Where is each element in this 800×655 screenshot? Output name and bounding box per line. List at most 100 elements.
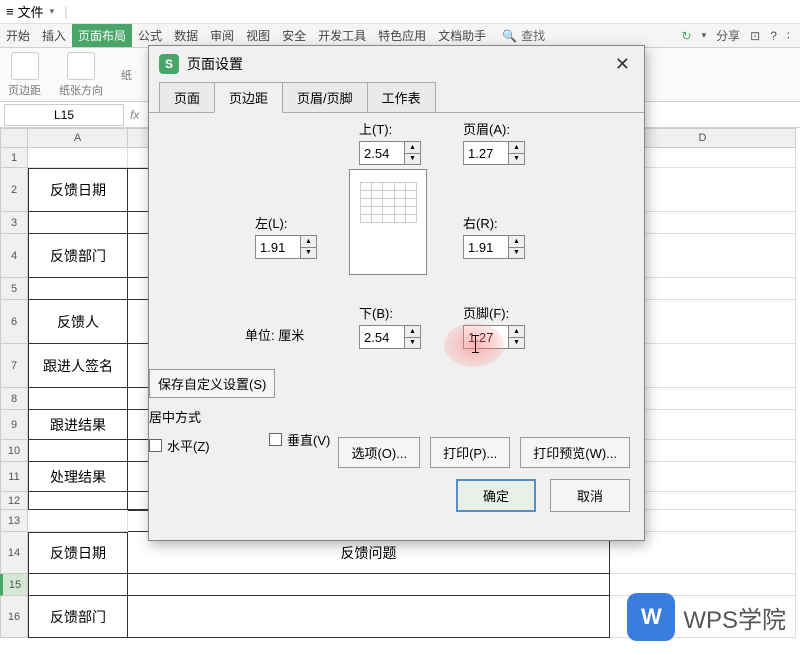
tab-10[interactable]: 文档助手 <box>432 24 492 47</box>
row-header[interactable]: 9 <box>0 410 28 440</box>
file-menu[interactable]: 文件 <box>18 2 44 21</box>
hamburger-icon[interactable]: ≡ <box>6 4 14 19</box>
cell-a[interactable]: 反馈日期 <box>28 532 128 574</box>
spin-up-icon[interactable]: ▲ <box>405 326 420 338</box>
sync-icon[interactable]: ↻ <box>682 29 692 43</box>
tab-7[interactable]: 安全 <box>276 24 312 47</box>
spin-up-icon[interactable]: ▲ <box>509 142 524 154</box>
dialog-tab-0[interactable]: 页面 <box>159 82 215 113</box>
row-header[interactable]: 10 <box>0 440 28 462</box>
header-spinner[interactable]: ▲▼ <box>463 141 525 165</box>
cell-bc[interactable] <box>128 574 610 596</box>
spin-down-icon[interactable]: ▼ <box>509 154 524 165</box>
caret-icon[interactable]: ∶ <box>787 29 790 43</box>
tab-0[interactable]: 开始 <box>0 24 36 47</box>
bottom-input[interactable] <box>360 326 404 348</box>
footer-spinner[interactable]: ▲▼ <box>463 325 525 349</box>
col-header-a[interactable]: A <box>28 128 128 148</box>
ok-button[interactable]: 确定 <box>456 479 536 512</box>
spin-down-icon[interactable]: ▼ <box>509 248 524 259</box>
fx-icon[interactable]: fx <box>130 108 139 122</box>
tab-4[interactable]: 数据 <box>168 24 204 47</box>
spin-down-icon[interactable]: ▼ <box>301 248 316 259</box>
row-header[interactable]: 1 <box>0 148 28 168</box>
header-input[interactable] <box>464 142 508 164</box>
search-area[interactable]: 🔍 查找 <box>502 27 545 44</box>
row-header[interactable]: 13 <box>0 510 28 532</box>
tab-9[interactable]: 特色应用 <box>372 24 432 47</box>
spin-down-icon[interactable]: ▼ <box>509 338 524 349</box>
paper-group[interactable]: 纸 <box>121 67 132 83</box>
spin-up-icon[interactable]: ▲ <box>509 326 524 338</box>
cell-a[interactable] <box>28 492 128 510</box>
tab-5[interactable]: 审阅 <box>204 24 240 47</box>
cell-a[interactable] <box>28 440 128 462</box>
cell-a[interactable]: 反馈日期 <box>28 168 128 212</box>
cancel-button[interactable]: 取消 <box>550 479 630 512</box>
horizontal-checkbox[interactable]: 水平(Z) <box>149 436 210 455</box>
help-icon[interactable]: ? <box>770 29 777 43</box>
row-header[interactable]: 3 <box>0 212 28 234</box>
print-preview-button[interactable]: 打印预览(W)... <box>520 437 630 468</box>
row-header[interactable]: 12 <box>0 492 28 510</box>
right-spinner[interactable]: ▲▼ <box>463 235 525 259</box>
dialog-tab-1[interactable]: 页边距 <box>214 82 283 113</box>
cell-bc[interactable] <box>128 596 610 638</box>
left-spinner[interactable]: ▲▼ <box>255 235 317 259</box>
sync-dropdown-icon[interactable]: ▾ <box>702 30 707 41</box>
cell-a[interactable] <box>28 388 128 410</box>
tab-3[interactable]: 公式 <box>132 24 168 47</box>
left-input[interactable] <box>256 236 300 258</box>
cell-a[interactable]: 处理结果 <box>28 462 128 492</box>
tab-6[interactable]: 视图 <box>240 24 276 47</box>
dialog-tab-3[interactable]: 工作表 <box>367 82 436 113</box>
top-input[interactable] <box>360 142 404 164</box>
select-all-corner[interactable] <box>0 128 28 148</box>
row-header[interactable]: 2 <box>0 168 28 212</box>
spin-up-icon[interactable]: ▲ <box>509 236 524 248</box>
tab-8[interactable]: 开发工具 <box>312 24 372 47</box>
name-box[interactable]: L15 <box>4 104 124 126</box>
cell-a[interactable] <box>28 148 128 168</box>
cell-a[interactable]: 跟进结果 <box>28 410 128 440</box>
spin-up-icon[interactable]: ▲ <box>301 236 316 248</box>
row-header[interactable]: 5 <box>0 278 28 300</box>
file-dropdown-icon[interactable]: ▾ <box>50 6 55 17</box>
row-header[interactable]: 8 <box>0 388 28 410</box>
row-header[interactable]: 6 <box>0 300 28 344</box>
cell-a[interactable] <box>28 278 128 300</box>
footer-input[interactable] <box>464 326 508 348</box>
cell-a[interactable] <box>28 212 128 234</box>
cell-a[interactable]: 跟进人签名 <box>28 344 128 388</box>
cell-a[interactable]: 反馈部门 <box>28 234 128 278</box>
save-custom-button[interactable]: 保存自定义设置(S) <box>149 369 275 398</box>
row-header[interactable]: 11 <box>0 462 28 492</box>
row-header[interactable]: 4 <box>0 234 28 278</box>
spin-down-icon[interactable]: ▼ <box>405 338 420 349</box>
user-icon[interactable]: ⊡ <box>750 29 760 43</box>
cell-a[interactable]: 反馈部门 <box>28 596 128 638</box>
close-button[interactable]: ✕ <box>611 54 634 75</box>
tab-1[interactable]: 插入 <box>36 24 72 47</box>
row-header[interactable]: 16 <box>0 596 28 638</box>
bottom-spinner[interactable]: ▲▼ <box>359 325 421 349</box>
row-header[interactable]: 15 <box>0 574 28 596</box>
right-input[interactable] <box>464 236 508 258</box>
cell-a[interactable] <box>28 510 128 532</box>
row-header[interactable]: 7 <box>0 344 28 388</box>
cell-a[interactable]: 反馈人 <box>28 300 128 344</box>
cell-a[interactable] <box>28 574 128 596</box>
print-button[interactable]: 打印(P)... <box>430 437 510 468</box>
spin-up-icon[interactable]: ▲ <box>405 142 420 154</box>
margins-group[interactable]: 页边距 <box>8 52 41 98</box>
row-header[interactable]: 14 <box>0 532 28 574</box>
vertical-checkbox[interactable]: 垂直(V) <box>269 430 330 449</box>
spin-down-icon[interactable]: ▼ <box>405 154 420 165</box>
page-preview <box>349 169 427 275</box>
options-button[interactable]: 选项(O)... <box>338 437 420 468</box>
share-button[interactable]: 分享 <box>716 27 740 44</box>
top-spinner[interactable]: ▲▼ <box>359 141 421 165</box>
orientation-group[interactable]: 纸张方向 <box>59 52 103 98</box>
dialog-tab-2[interactable]: 页眉/页脚 <box>282 82 368 113</box>
tab-2[interactable]: 页面布局 <box>72 24 132 47</box>
